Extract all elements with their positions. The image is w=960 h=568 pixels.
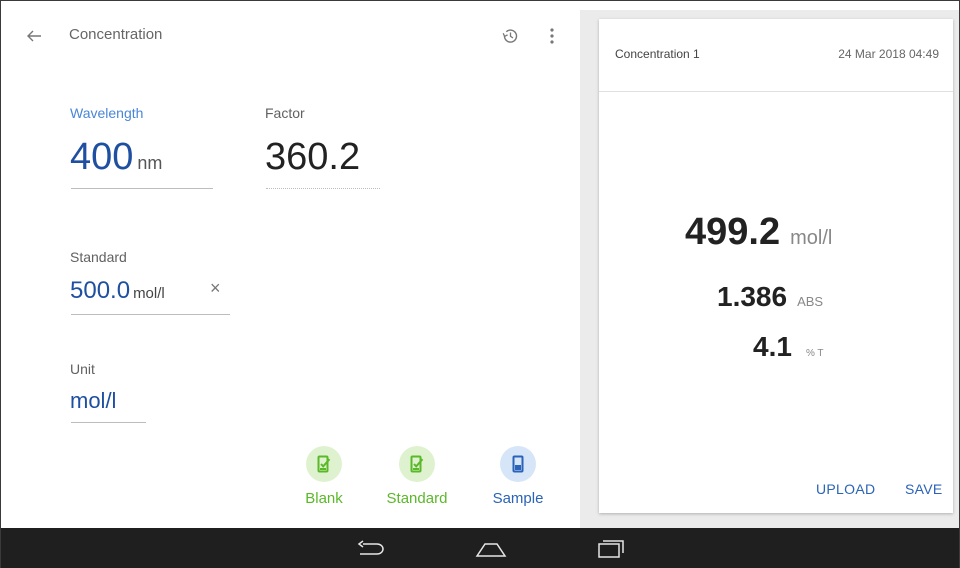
result-date: 24 Mar 2018 04:49 [838, 47, 939, 61]
transmittance-result: 4.1 % T [753, 331, 824, 363]
absorbance-result: 1.386 ABS [717, 281, 823, 313]
toolbar: Concentration [10, 10, 580, 58]
app-window: Concentration Wavelength 400 nm Factor 3… [0, 0, 960, 568]
upload-button[interactable]: UPLOAD [816, 481, 875, 497]
save-button[interactable]: SAVE [905, 481, 943, 497]
standard-underline [71, 314, 230, 315]
result-title: Concentration 1 [615, 47, 700, 61]
wavelength-field[interactable]: 400 nm [70, 136, 162, 179]
transmittance-unit: % T [805, 348, 824, 359]
sample-label: Sample [492, 490, 544, 507]
standard-unit: mol/l [133, 285, 165, 302]
more-vert-icon [550, 28, 554, 44]
nav-recents-button[interactable] [593, 536, 629, 562]
standard-icon-circle [399, 446, 435, 482]
blank-icon-circle [306, 446, 342, 482]
sample-button[interactable]: Sample [478, 446, 558, 507]
screen-title: Concentration [69, 26, 163, 43]
concentration-unit: mol/l [790, 227, 833, 249]
clear-standard-button[interactable]: × [210, 278, 221, 299]
nav-home-button[interactable] [473, 536, 509, 562]
arrow-back-icon [27, 30, 41, 42]
cuvette-check-icon [317, 455, 331, 473]
nav-back-icon [357, 540, 384, 555]
unit-value: mol/l [70, 388, 117, 413]
cuvette-icon [512, 455, 524, 473]
wavelength-label: Wavelength [70, 105, 144, 121]
factor-label: Factor [265, 105, 305, 121]
history-button[interactable] [498, 24, 522, 48]
wavelength-underline [71, 188, 213, 189]
standard-value: 500.0 [70, 277, 131, 304]
factor-value: 360.2 [265, 136, 361, 178]
factor-underline [266, 188, 380, 189]
absorbance-value: 1.386 [717, 281, 788, 312]
absorbance-unit: ABS [797, 294, 824, 309]
unit-underline [71, 422, 146, 423]
unit-label: Unit [70, 361, 95, 377]
unit-field[interactable]: mol/l [70, 388, 116, 414]
result-card: Concentration 1 24 Mar 2018 04:49 499.2 m… [599, 19, 953, 513]
system-nav-bar [1, 528, 959, 568]
settings-panel: Concentration Wavelength 400 nm Factor 3… [10, 10, 580, 528]
sample-icon-circle [500, 446, 536, 482]
history-icon [502, 29, 518, 43]
factor-field[interactable]: 360.2 [265, 136, 360, 179]
transmittance-value: 4.1 [753, 331, 792, 362]
wavelength-unit: nm [137, 153, 163, 173]
blank-button[interactable]: Blank [284, 446, 364, 507]
nav-home-icon [475, 543, 507, 557]
standard-button[interactable]: Standard [377, 446, 457, 507]
cuvette-check-icon [410, 455, 424, 473]
standard-action-label: Standard [386, 490, 448, 507]
nav-back-button[interactable] [353, 536, 389, 562]
more-options-button[interactable] [540, 24, 564, 48]
wavelength-value: 400 [70, 136, 134, 178]
back-button[interactable] [22, 24, 46, 48]
concentration-result: 499.2 mol/l [685, 211, 832, 254]
concentration-value: 499.2 [685, 211, 781, 253]
standard-label: Standard [70, 249, 127, 265]
nav-recents-icon [598, 540, 624, 558]
blank-label: Blank [305, 490, 343, 507]
card-divider [599, 91, 953, 92]
standard-field[interactable]: 500.0 mol/l [70, 277, 165, 305]
